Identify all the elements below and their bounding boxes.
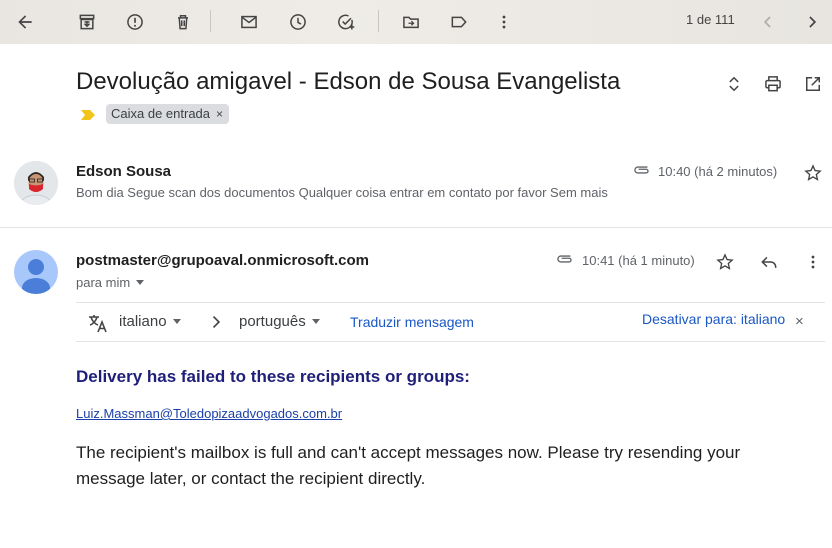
message-toolbar: 1 de 111 [0, 0, 832, 44]
pager-count: 1 de 111 [686, 12, 735, 27]
back-arrow-icon[interactable] [9, 6, 41, 38]
attachment-icon [630, 158, 654, 182]
recipient-link[interactable]: Luiz.Massman@Toledopizaadvogados.com.br [76, 406, 342, 421]
source-language-select[interactable]: italiano [119, 313, 181, 330]
close-icon[interactable]: × [795, 313, 804, 330]
source-language: italiano [119, 313, 167, 330]
add-task-icon[interactable] [330, 6, 362, 38]
older-chevron-icon[interactable] [796, 6, 828, 38]
star-icon[interactable] [801, 161, 825, 185]
label-remove-icon[interactable]: × [216, 104, 223, 124]
message-snippet[interactable]: Bom dia Segue scan dos documentos Qualqu… [76, 185, 608, 200]
expand-all-icon[interactable] [722, 72, 746, 96]
star-icon[interactable] [713, 250, 737, 274]
attachment-icon [553, 247, 577, 271]
open-new-window-icon[interactable] [801, 72, 825, 96]
report-spam-icon[interactable] [119, 6, 151, 38]
translate-message-link[interactable]: Traduzir mensagem [350, 314, 474, 330]
message-divider [0, 227, 832, 228]
disable-translation-link[interactable]: Desativar para: italiano [642, 311, 785, 327]
move-to-icon[interactable] [395, 6, 427, 38]
mark-unread-icon[interactable] [233, 6, 265, 38]
chevron-down-icon [172, 319, 181, 324]
more-vert-icon[interactable] [801, 250, 825, 274]
message-time: 10:40 (há 2 minutos) [658, 164, 778, 179]
message-sender[interactable]: Edson Sousa [76, 163, 171, 180]
message-sender[interactable]: postmaster@grupoaval.onmicrosoft.com [76, 252, 369, 269]
importance-marker-icon[interactable] [80, 108, 96, 126]
recipients-label: para mim [76, 275, 131, 290]
chevron-down-icon [136, 280, 145, 285]
translate-bar: italiano português Traduzir mensagem Des… [76, 302, 825, 342]
target-language: português [239, 313, 306, 330]
toolbar-separator [210, 10, 211, 32]
recipients-dropdown[interactable]: para mim [76, 275, 145, 290]
toolbar-separator [378, 10, 379, 32]
print-icon[interactable] [761, 72, 785, 96]
translate-icon [86, 311, 110, 340]
thread-subject: Devolução amigavel - Edson de Sousa Evan… [76, 68, 621, 95]
message-time: 10:41 (há 1 minuto) [582, 253, 695, 268]
body-text: The recipient's mailbox is full and can'… [76, 443, 741, 488]
label-chip-text: Caixa de entrada [111, 106, 211, 121]
delete-icon[interactable] [167, 6, 199, 38]
newer-chevron-icon[interactable] [752, 6, 784, 38]
chevron-down-icon [311, 319, 320, 324]
archive-icon[interactable] [71, 6, 103, 38]
target-language-select[interactable]: português [239, 313, 320, 330]
avatar[interactable] [14, 161, 58, 205]
more-vert-icon[interactable] [488, 6, 520, 38]
chevron-right-icon [206, 312, 226, 337]
label-chip-inbox[interactable]: Caixa de entrada × [106, 104, 230, 124]
avatar[interactable] [14, 250, 58, 294]
snooze-icon[interactable] [282, 6, 314, 38]
label-icon[interactable] [443, 6, 475, 38]
body-title: Delivery has failed to these recipients … [76, 367, 470, 386]
reply-icon[interactable] [757, 250, 781, 274]
